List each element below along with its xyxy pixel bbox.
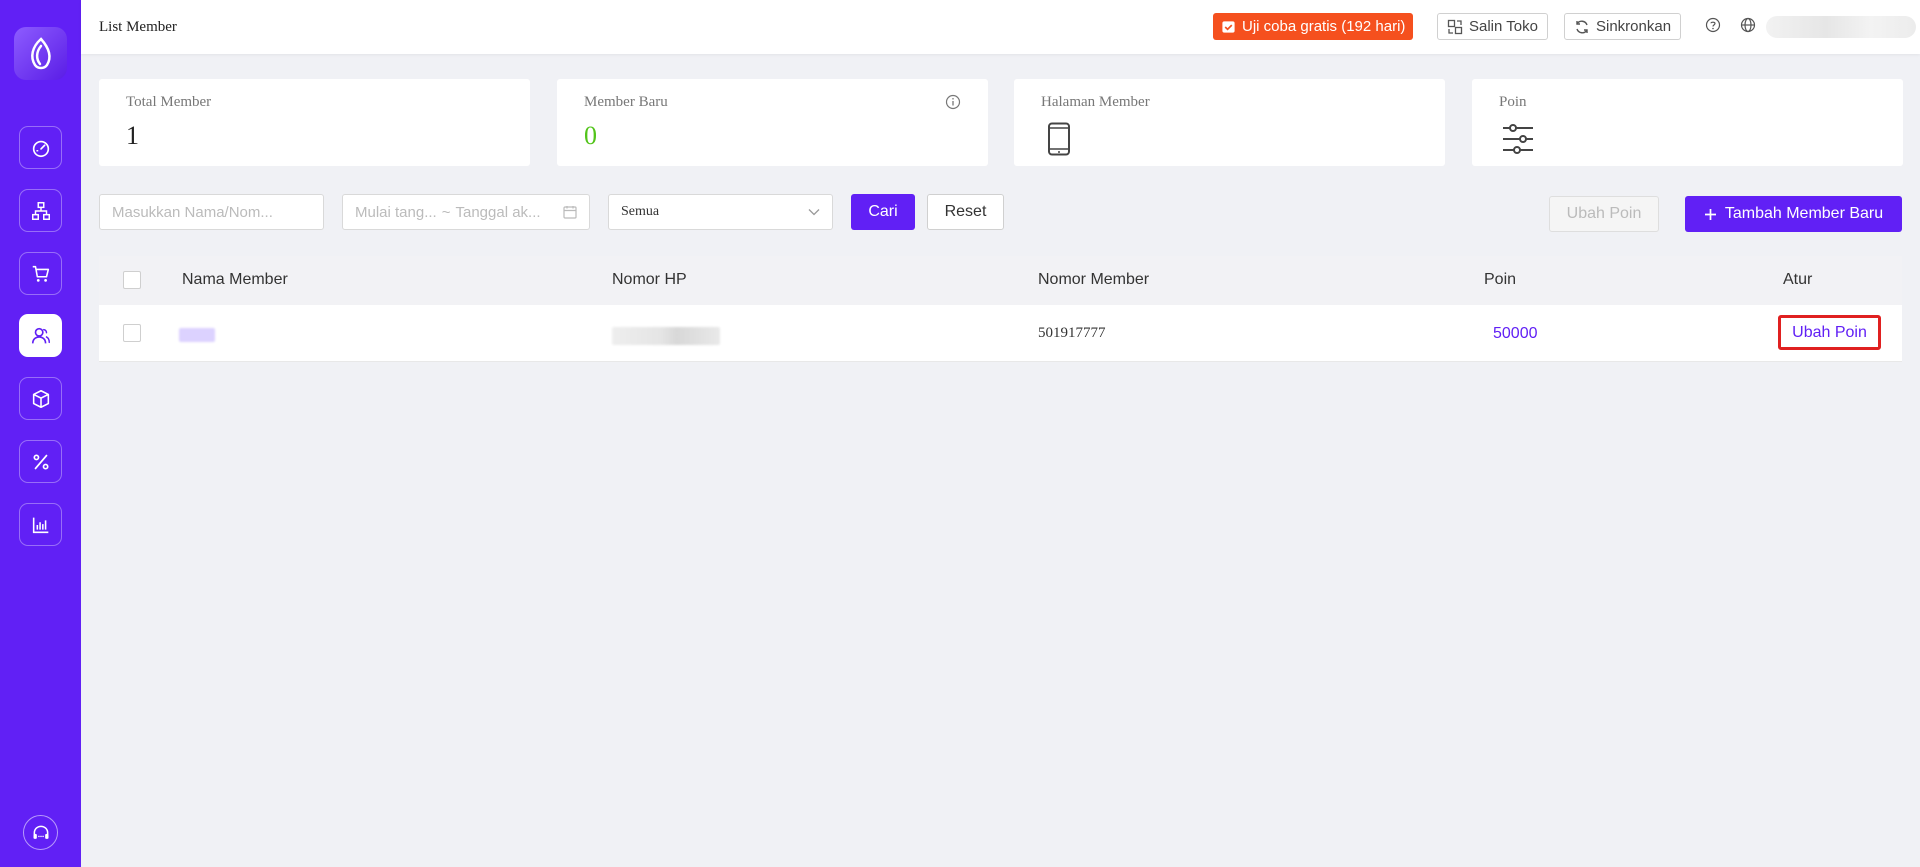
select-value: Semua	[621, 204, 660, 219]
date-range-picker[interactable]: Mulai tang... ~ Tanggal ak...	[342, 194, 590, 230]
column-header: Nomor HP	[612, 271, 687, 288]
stat-label: Halaman Member	[1041, 94, 1150, 110]
plus-icon	[1704, 208, 1716, 220]
box-icon	[32, 389, 49, 408]
calendar-check-icon	[1222, 21, 1235, 33]
globe-icon[interactable]	[1739, 16, 1757, 34]
member-phone	[612, 327, 720, 345]
sync-label: Sinkronkan	[1596, 18, 1672, 35]
help-icon[interactable]	[1704, 16, 1722, 34]
sync-icon	[1576, 20, 1588, 33]
support-button[interactable]	[23, 815, 58, 850]
search-input[interactable]: Masukkan Nama/Nom...	[99, 194, 324, 230]
member-type-select[interactable]: Semua	[608, 194, 833, 230]
leaf-logo-icon	[30, 36, 51, 69]
headset-icon	[33, 825, 48, 839]
sidebar	[0, 0, 81, 867]
nav-dashboard[interactable]	[19, 126, 62, 169]
page-title: List Member	[99, 19, 177, 35]
member-number: 501917777	[1038, 325, 1106, 341]
nav-products[interactable]	[19, 377, 62, 420]
stat-label: Poin	[1499, 94, 1527, 110]
info-icon[interactable]	[945, 94, 961, 110]
percent-icon	[32, 453, 49, 470]
column-header: Nomor Member	[1038, 271, 1150, 288]
table-row: 501917777 50000	[99, 305, 1902, 362]
copy-store-button[interactable]: Salin Toko	[1437, 13, 1548, 40]
members-icon	[31, 327, 50, 343]
stat-value: 1	[126, 121, 139, 150]
nav-organization[interactable]	[19, 189, 62, 232]
stat-label: Total Member	[126, 94, 212, 110]
date-separator: ~	[441, 203, 451, 221]
row-checkbox[interactable]	[123, 324, 141, 342]
copy-store-label: Salin Toko	[1469, 18, 1538, 35]
add-member-button[interactable]: Tambah Member Baru	[1685, 196, 1902, 232]
trial-button[interactable]: Uji coba gratis (192 hari)	[1213, 13, 1414, 40]
app-logo[interactable]	[14, 27, 67, 80]
reset-button[interactable]: Reset	[927, 194, 1004, 230]
date-end-placeholder: Tanggal ak...	[455, 203, 541, 221]
member-name[interactable]	[179, 328, 215, 342]
org-chart-icon	[31, 201, 50, 220]
stat-card-points[interactable]: Poin	[1472, 79, 1903, 166]
bar-chart-icon	[32, 517, 48, 533]
speedometer-icon	[32, 140, 49, 157]
column-header: Atur	[1783, 271, 1813, 288]
search-button[interactable]: Cari	[851, 194, 915, 230]
nav-discounts[interactable]	[19, 440, 62, 483]
member-points[interactable]: 50000	[1493, 325, 1538, 343]
cart-icon	[32, 265, 49, 282]
sync-button[interactable]: Sinkronkan	[1564, 13, 1682, 40]
calendar-icon	[563, 206, 577, 219]
stat-card-total-member: Total Member 1	[99, 79, 530, 166]
stat-card-new-member: Member Baru 0	[557, 79, 988, 166]
date-start-placeholder: Mulai tang...	[355, 203, 437, 221]
stat-label: Member Baru	[584, 94, 668, 110]
phone-icon[interactable]	[1047, 122, 1071, 156]
select-all-checkbox[interactable]	[123, 271, 141, 289]
add-member-label: Tambah Member Baru	[1724, 205, 1884, 222]
column-header: Nama Member	[182, 271, 288, 288]
user-account[interactable]	[1766, 16, 1916, 38]
nav-members[interactable]	[19, 314, 62, 357]
trial-label: Uji coba gratis (192 hari)	[1242, 18, 1406, 35]
search-placeholder: Masukkan Nama/Nom...	[112, 203, 273, 221]
top-header: List Member Uji coba gratis (192 hari) S…	[81, 0, 1920, 54]
stat-card-member-page[interactable]: Halaman Member	[1014, 79, 1445, 166]
table-header: Nama Member Nomor HP Nomor Member Poin A…	[99, 256, 1902, 305]
change-points-button[interactable]: Ubah Poin	[1549, 196, 1659, 232]
row-change-points-link[interactable]: Ubah Poin	[1778, 315, 1881, 350]
nav-reports[interactable]	[19, 503, 62, 546]
sliders-icon[interactable]	[1501, 124, 1535, 154]
column-header: Poin	[1484, 271, 1517, 288]
chevron-down-icon	[808, 209, 820, 216]
nav-cart[interactable]	[19, 252, 62, 295]
copy-store-icon	[1447, 19, 1463, 34]
stat-value: 0	[584, 121, 597, 150]
